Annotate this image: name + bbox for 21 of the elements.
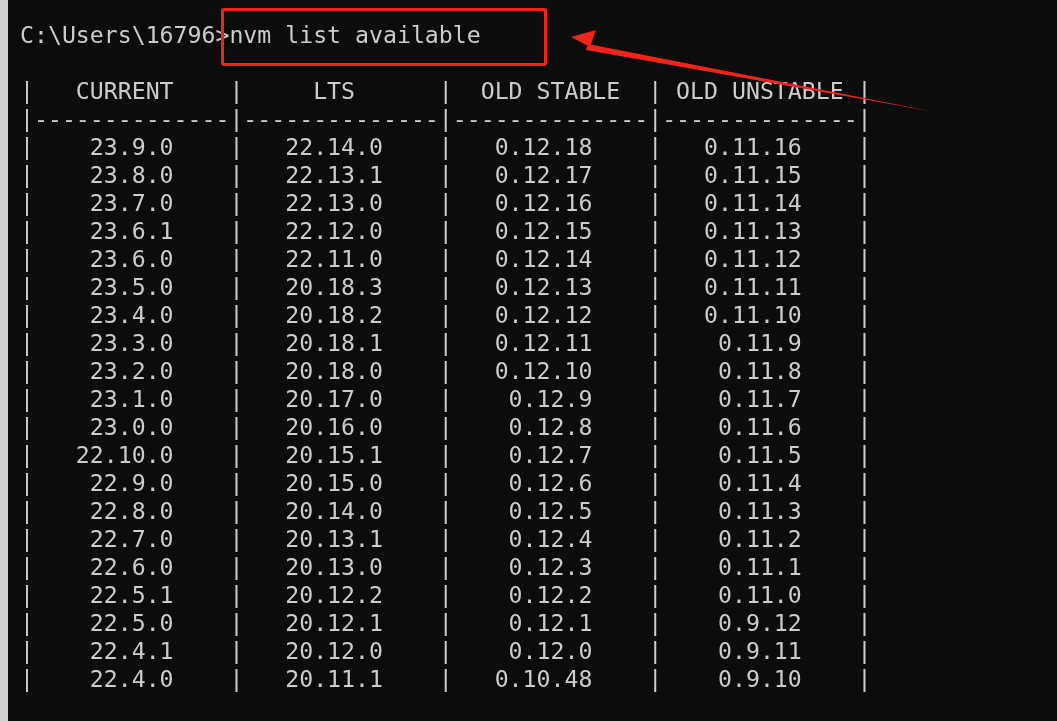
terminal-line: | 23.4.0 | 20.18.2 | 0.12.12 | 0.11.10 | bbox=[20, 301, 873, 329]
terminal-line: |--------------|--------------|--------------|--------------| bbox=[20, 105, 873, 133]
terminal-line: | 23.7.0 | 22.13.0 | 0.12.16 | 0.11.14 | bbox=[20, 189, 873, 217]
terminal-line: | 22.4.0 | 20.11.1 | 0.10.48 | 0.9.10 | bbox=[20, 665, 873, 693]
terminal-line: | 22.5.1 | 20.12.2 | 0.12.2 | 0.11.0 | bbox=[20, 581, 873, 609]
terminal-line: | 23.6.1 | 22.12.0 | 0.12.15 | 0.11.13 | bbox=[20, 217, 873, 245]
terminal-line: | 23.8.0 | 22.13.1 | 0.12.17 | 0.11.15 | bbox=[20, 161, 873, 189]
terminal-line: | 23.2.0 | 20.18.0 | 0.12.10 | 0.11.8 | bbox=[20, 357, 873, 385]
terminal-line: | 22.10.0 | 20.15.1 | 0.12.7 | 0.11.5 | bbox=[20, 441, 873, 469]
terminal-line: | 23.6.0 | 22.11.0 | 0.12.14 | 0.11.12 | bbox=[20, 245, 873, 273]
terminal-line: | 23.0.0 | 20.16.0 | 0.12.8 | 0.11.6 | bbox=[20, 413, 873, 441]
terminal-line: | 22.4.1 | 20.12.0 | 0.12.0 | 0.9.11 | bbox=[20, 637, 873, 665]
terminal-line: | 22.6.0 | 20.13.0 | 0.12.3 | 0.11.1 | bbox=[20, 553, 873, 581]
terminal-line: | 22.5.0 | 20.12.1 | 0.12.1 | 0.9.12 | bbox=[20, 609, 873, 637]
terminal-line: | 23.3.0 | 20.18.1 | 0.12.11 | 0.11.9 | bbox=[20, 329, 873, 357]
terminal-line: | 23.1.0 | 20.17.0 | 0.12.9 | 0.11.7 | bbox=[20, 385, 873, 413]
terminal-line: | 23.9.0 | 22.14.0 | 0.12.18 | 0.11.16 | bbox=[20, 133, 873, 161]
terminal-line: | 22.7.0 | 20.13.1 | 0.12.4 | 0.11.2 | bbox=[20, 525, 873, 553]
terminal-line: | 22.9.0 | 20.15.0 | 0.12.6 | 0.11.4 | bbox=[20, 469, 873, 497]
terminal-line: | 23.5.0 | 20.18.3 | 0.12.13 | 0.11.11 | bbox=[20, 273, 873, 301]
terminal-line: | 22.8.0 | 20.14.0 | 0.12.5 | 0.11.3 | bbox=[20, 497, 873, 525]
